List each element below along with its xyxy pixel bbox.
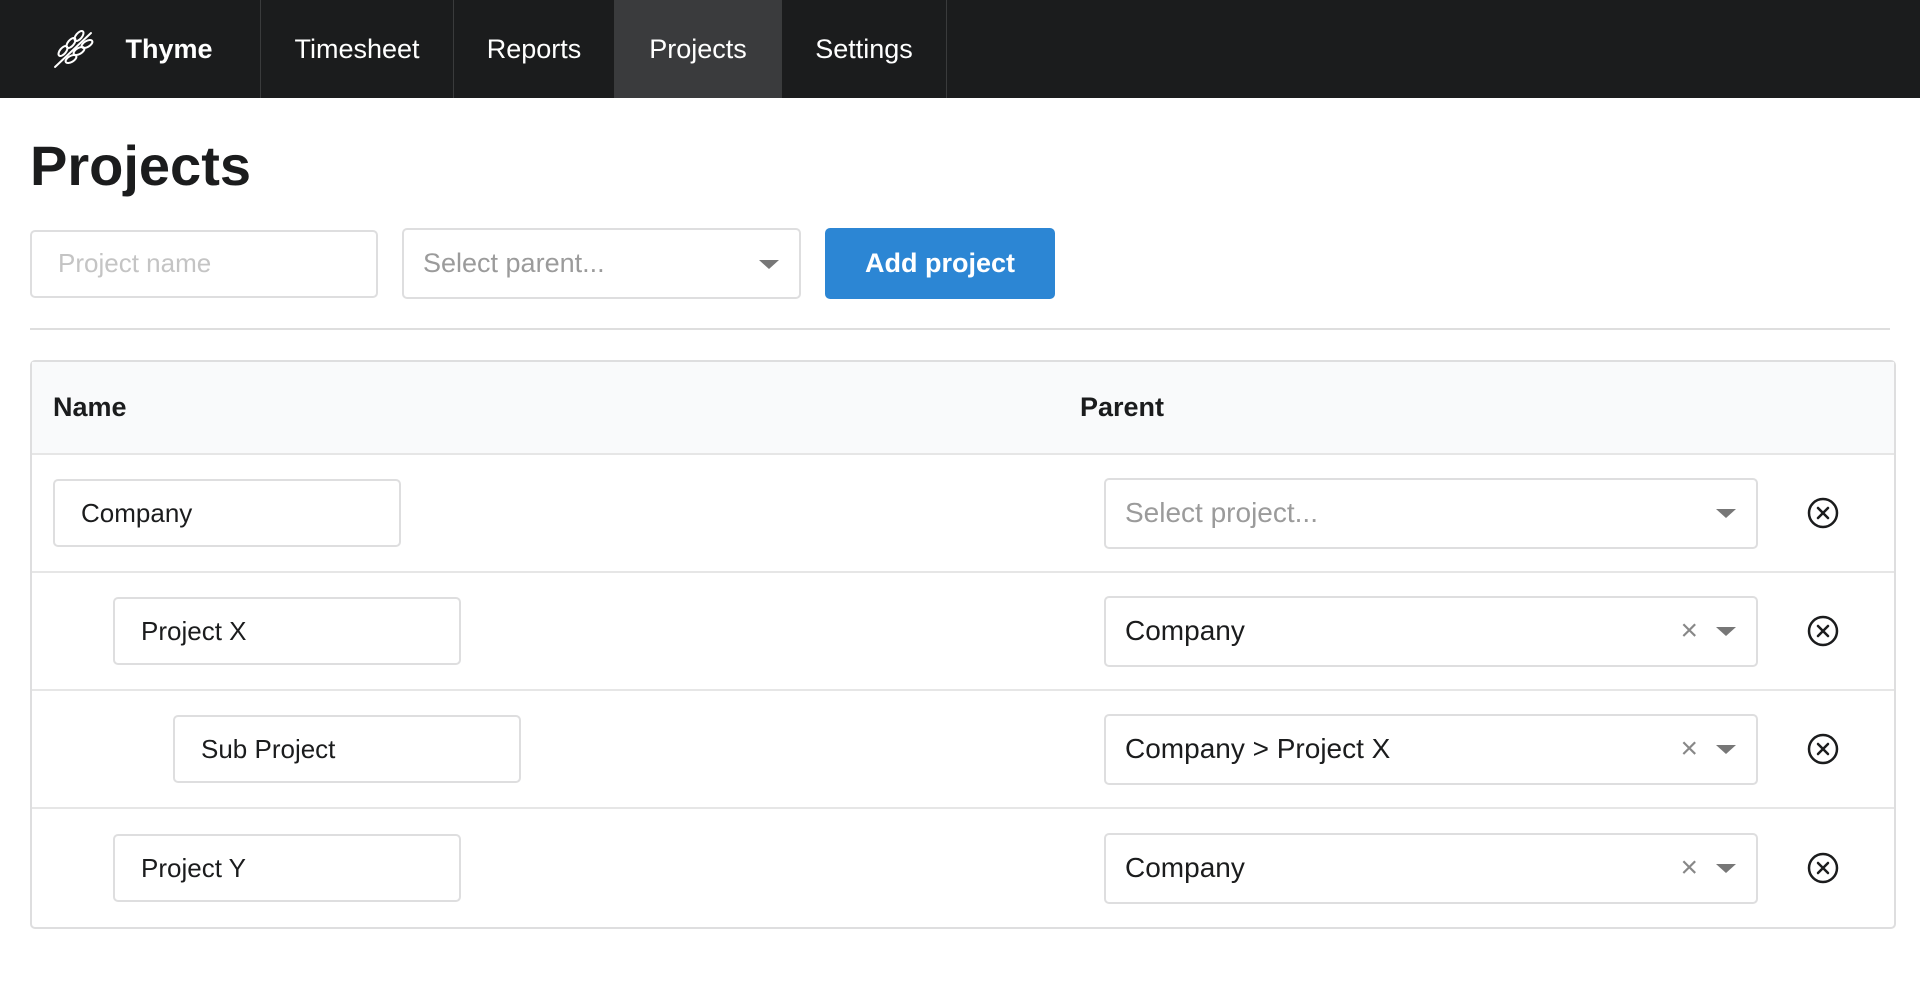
table-row: Company Select project... (32, 455, 1894, 573)
tab-timesheet[interactable]: Timesheet (261, 0, 454, 98)
name-cell: Sub Project (32, 715, 1104, 783)
parent-select[interactable]: Company × (1104, 832, 1758, 904)
divider (30, 328, 1890, 330)
brand-name: Thyme (125, 33, 213, 64)
project-name-field[interactable]: Project X (113, 597, 461, 665)
parent-cell: Company × (1104, 595, 1758, 667)
parent-select[interactable]: Company × (1104, 595, 1758, 667)
parent-select[interactable]: Select project... (1104, 477, 1758, 549)
project-name-field[interactable]: Project Y (113, 834, 461, 902)
clear-icon[interactable]: × (1680, 616, 1698, 646)
parent-select-placeholder: Select project... (1125, 497, 1318, 528)
clear-icon[interactable]: × (1680, 734, 1698, 764)
main-content: Projects Project name Select parent... A… (0, 98, 1920, 929)
column-header-parent: Parent (1080, 392, 1165, 422)
tab-reports[interactable]: Reports (454, 0, 615, 98)
caret-down-icon[interactable] (1716, 509, 1736, 518)
parent-select-value: Company (1125, 852, 1245, 883)
remove-project-icon[interactable] (1806, 851, 1840, 885)
parent-select-value: Company (1125, 615, 1245, 646)
column-header-name: Name (53, 392, 127, 422)
parent-cell: Company > Project X × (1104, 713, 1758, 785)
table-row: Sub Project Company > Project X × (32, 691, 1894, 809)
tab-projects[interactable]: Projects (615, 0, 782, 98)
name-cell: Project X (32, 597, 1104, 665)
name-cell: Company (32, 479, 1104, 547)
caret-down-icon[interactable] (1716, 627, 1736, 636)
caret-down-icon[interactable] (1716, 864, 1736, 873)
thyme-leaf-icon (47, 23, 99, 75)
table-header: Name Parent (32, 362, 1894, 455)
top-navigation: Thyme Timesheet Reports Projects Setting… (0, 0, 1920, 98)
name-cell: Project Y (32, 834, 1104, 902)
project-name-field[interactable]: Sub Project (173, 715, 521, 783)
parent-select[interactable]: Select parent... (402, 228, 801, 299)
add-project-form: Project name Select parent... Add projec… (30, 228, 1890, 299)
parent-cell: Select project... (1104, 477, 1758, 549)
add-project-button[interactable]: Add project (825, 228, 1055, 299)
parent-select-value: Company > Project X (1125, 733, 1391, 764)
caret-down-icon[interactable] (759, 259, 779, 269)
remove-project-icon[interactable] (1806, 732, 1840, 766)
tab-settings[interactable]: Settings (782, 0, 947, 98)
remove-project-icon[interactable] (1806, 496, 1840, 530)
parent-select-placeholder: Select parent... (423, 248, 605, 278)
remove-project-icon[interactable] (1806, 614, 1840, 648)
caret-down-icon[interactable] (1716, 745, 1736, 754)
parent-select[interactable]: Company > Project X × (1104, 713, 1758, 785)
table-row: Project Y Company × (32, 809, 1894, 927)
table-row: Project X Company × (32, 573, 1894, 691)
projects-table: Name Parent Company Select project... Pr (30, 360, 1896, 929)
parent-cell: Company × (1104, 832, 1758, 904)
project-name-input[interactable]: Project name (30, 229, 378, 298)
project-name-field[interactable]: Company (53, 479, 401, 547)
brand-link[interactable]: Thyme (0, 0, 261, 98)
page-title: Projects (30, 134, 251, 197)
clear-icon[interactable]: × (1680, 853, 1698, 883)
